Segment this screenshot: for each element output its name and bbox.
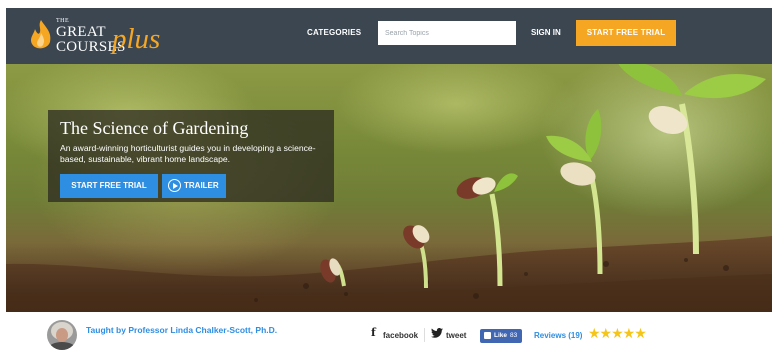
avatar-shirt xyxy=(49,342,75,350)
like-label: Like xyxy=(494,332,508,339)
site-header: THE GREAT COURSES plus CATEGORIES SIGN I… xyxy=(6,8,772,64)
facebook-share-link[interactable]: facebook xyxy=(383,331,418,340)
tweet-share-link[interactable]: tweet xyxy=(446,331,466,340)
play-circle-icon xyxy=(168,179,181,192)
facebook-icon[interactable]: f xyxy=(371,326,376,339)
share-divider xyxy=(424,328,425,342)
categories-menu[interactable]: CATEGORIES xyxy=(307,28,361,37)
hero-banner: The Science of Gardening An award-winnin… xyxy=(6,64,772,312)
trailer-button[interactable]: TRAILER xyxy=(162,174,226,198)
thumbs-up-icon xyxy=(484,332,491,339)
start-free-trial-button[interactable]: START FREE TRIAL xyxy=(60,174,158,198)
sign-in-link[interactable]: SIGN IN xyxy=(531,28,561,37)
logo-text-plus: plus xyxy=(112,23,161,55)
like-count: 83 xyxy=(510,332,518,339)
instructor-avatar xyxy=(47,320,77,350)
header-start-free-trial-button[interactable]: START FREE TRIAL xyxy=(576,20,676,46)
site-logo[interactable]: THE GREAT COURSES plus xyxy=(28,14,178,58)
star-rating: ★★★★★ xyxy=(588,325,647,341)
course-promo-card: The Science of Gardening An award-winnin… xyxy=(48,110,334,202)
avatar-face xyxy=(56,328,68,342)
instructor-link[interactable]: Taught by Professor Linda Chalker-Scott,… xyxy=(86,324,286,336)
trailer-label: TRAILER xyxy=(184,181,219,190)
facebook-like-button[interactable]: Like 83 xyxy=(480,329,522,343)
twitter-icon[interactable] xyxy=(431,328,443,338)
flame-logo-icon xyxy=(31,20,51,49)
reviews-link[interactable]: Reviews (19) xyxy=(534,331,582,340)
course-description: An award-winning horticulturist guides y… xyxy=(60,143,316,164)
search-input[interactable] xyxy=(378,21,516,45)
course-title: The Science of Gardening xyxy=(60,118,249,138)
